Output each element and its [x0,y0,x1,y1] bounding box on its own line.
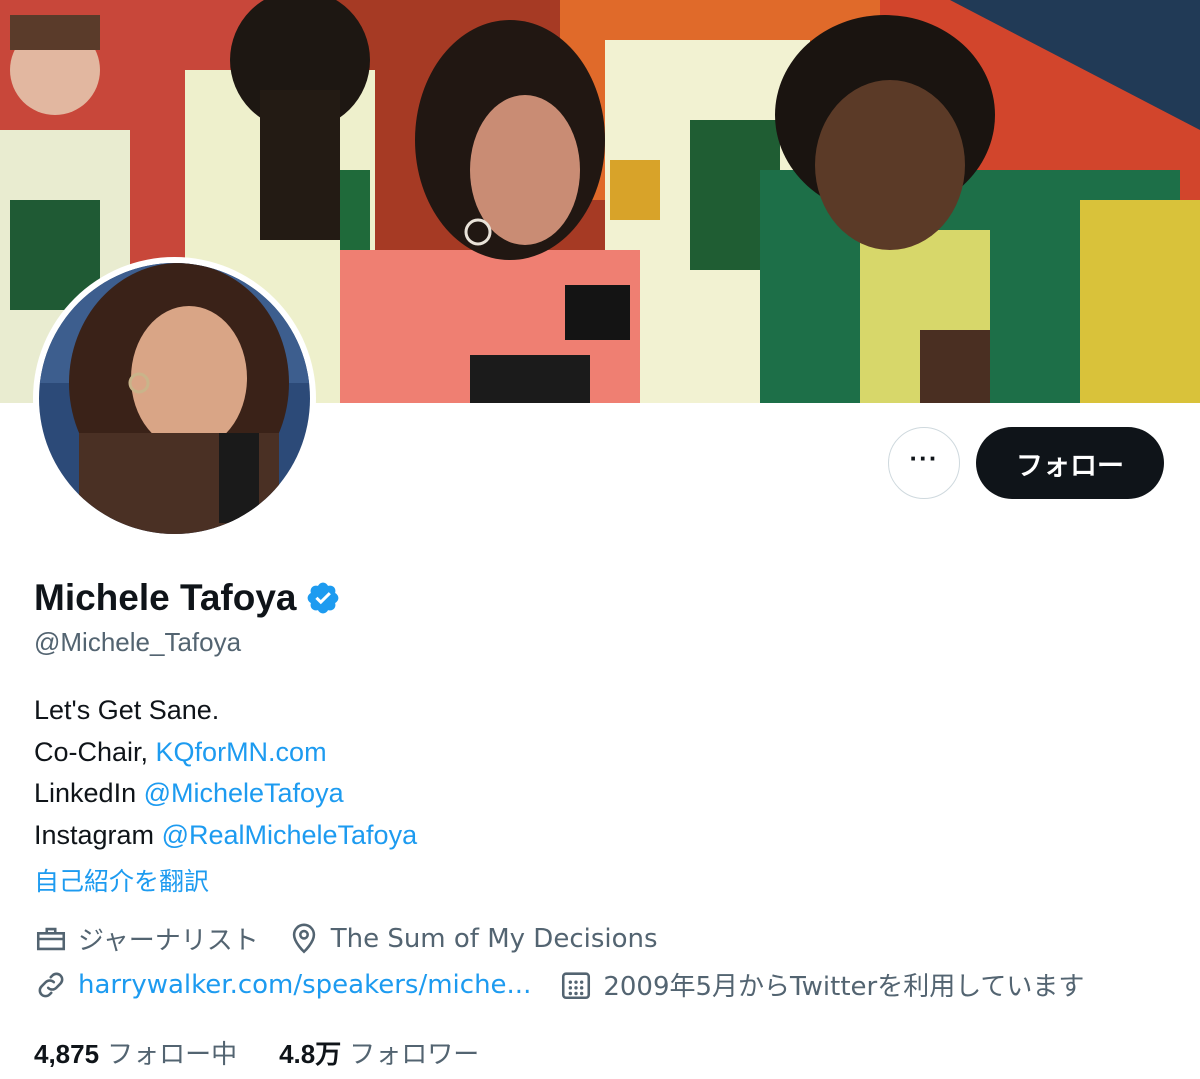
profile-name: Michele Tafoya [34,577,297,618]
bio-link-linkedin[interactable]: @MicheleTafoya [144,778,344,808]
profile-avatar[interactable] [33,257,316,540]
profession-item: ジャーナリスト [34,920,259,957]
profile-bio: Let's Get Sane. Co-Chair, KQforMN.com Li… [34,690,417,856]
following-label: フォロー中 [107,1040,238,1070]
profession-text: ジャーナリスト [78,926,259,956]
bio-line: Instagram @RealMicheleTafoya [34,815,417,857]
location-text: The Sum of My Decisions [330,923,658,954]
bio-link-instagram[interactable]: @RealMicheleTafoya [162,820,418,850]
more-options-button[interactable]: ··· [888,427,960,499]
following-stat[interactable]: 4,875 フォロー中 [34,1034,237,1071]
bio-text: LinkedIn [34,778,144,808]
bio-line: LinkedIn @MicheleTafoya [34,773,417,815]
profile-stats: 4,875 フォロー中 4.8万 フォロワー [34,1034,521,1071]
profile-meta-row: ジャーナリスト The Sum of My Decisions [34,920,686,957]
profile-handle: @Michele_Tafoya [34,627,242,657]
briefcase-icon [36,927,66,950]
bio-text: Co-Chair, [34,736,156,767]
joined-item: 2009年5月からTwitterを利用しています [559,966,1084,1003]
location-item: The Sum of My Decisions [287,922,658,956]
verified-badge-icon[interactable] [305,580,341,616]
followers-count: 4.8万 [279,1039,342,1069]
bio-link-kqformn[interactable]: KQforMN.com [156,737,327,767]
profile-meta-row: harrywalker.com/speakers/miche... 2009年5… [34,966,1112,1003]
follow-button[interactable]: フォロー [976,427,1164,499]
profile-name-row: Michele Tafoya [34,577,341,619]
calendar-icon [562,971,591,999]
followers-stat[interactable]: 4.8万 フォロワー [279,1034,479,1071]
following-count: 4,875 [34,1039,100,1069]
website-link[interactable]: harrywalker.com/speakers/miche... [78,970,531,1000]
bio-text: Instagram [34,819,162,850]
joined-text: 2009年5月からTwitterを利用しています [603,972,1085,1002]
bio-line: Co-Chair, KQforMN.com [34,732,417,774]
followers-label: フォロワー [349,1040,480,1070]
more-dots-icon: ··· [909,443,939,473]
website-item: harrywalker.com/speakers/miche... [34,968,531,1002]
translate-bio-link[interactable]: 自己紹介を翻訳 [34,862,209,898]
link-icon [38,972,64,997]
avatar-image [39,263,310,534]
bio-line: Let's Get Sane. [34,695,220,725]
location-pin-icon [292,923,315,953]
